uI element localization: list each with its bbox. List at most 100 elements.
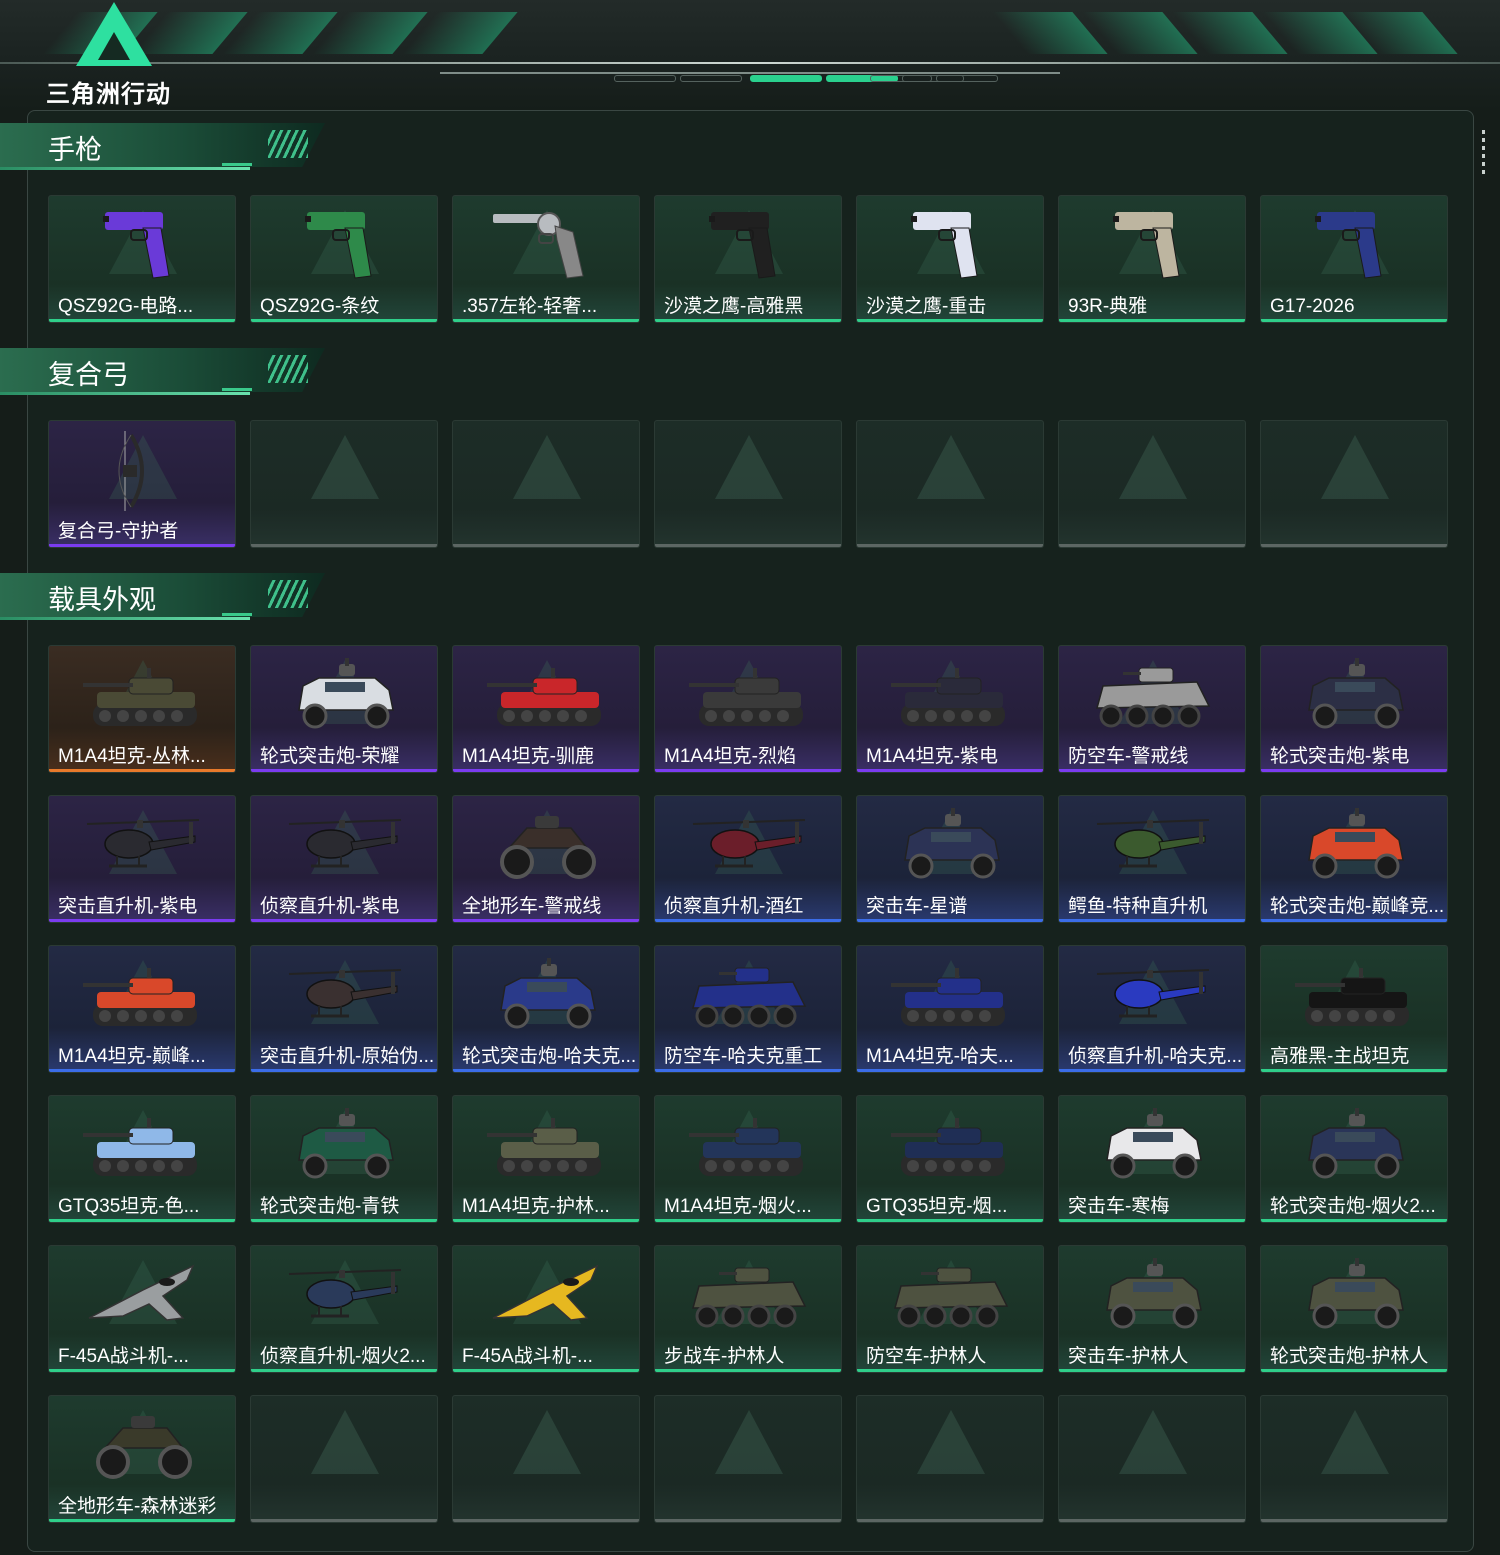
scrollbar-handle[interactable] (1482, 130, 1485, 178)
rarity-bar (1261, 1069, 1447, 1072)
item-card[interactable]: 突击车-寒梅 (1058, 1095, 1246, 1223)
item-card[interactable]: GTQ35坦克-色... (48, 1095, 236, 1223)
item-card[interactable]: 防空车-哈夫克重工 (654, 945, 842, 1073)
item-card[interactable]: 复合弓-守护者 (48, 420, 236, 548)
rarity-bar (49, 1519, 235, 1522)
item-name: M1A4坦克-丛林... (58, 746, 206, 767)
watermark-logo-icon (715, 1410, 783, 1474)
item-card[interactable]: 突击车-星谱 (856, 795, 1044, 923)
pistol-icon (83, 206, 203, 286)
section-header-underline-accent (222, 613, 252, 616)
tank-icon (683, 656, 809, 736)
item-card[interactable]: 步战车-护林人 (654, 1245, 842, 1373)
bow-icon (83, 431, 203, 511)
item-name: 全地形车-警戒线 (462, 896, 602, 917)
armored-car-icon (1093, 1106, 1213, 1186)
item-card[interactable]: M1A4坦克-哈夫... (856, 945, 1044, 1073)
rarity-bar (49, 919, 235, 922)
item-card[interactable]: QSZ92G-电路... (48, 195, 236, 323)
tank-icon (481, 1106, 607, 1186)
item-card[interactable]: 侦察直升机-烟火2... (250, 1245, 438, 1373)
item-name: 突击车-星谱 (866, 896, 968, 917)
page-indicator-pill[interactable] (750, 75, 822, 82)
item-card[interactable]: 侦察直升机-哈夫克... (1058, 945, 1246, 1073)
apc-icon (1093, 656, 1213, 736)
rarity-bar (251, 1069, 437, 1072)
item-card[interactable]: F-45A战斗机-... (48, 1245, 236, 1373)
item-name: M1A4坦克-驯鹿 (462, 746, 594, 767)
section-header-stripes (268, 130, 308, 158)
item-card[interactable]: 侦察直升机-酒红 (654, 795, 842, 923)
item-card[interactable]: 防空车-警戒线 (1058, 645, 1246, 773)
item-card[interactable]: G17-2026 (1260, 195, 1448, 323)
pistol-icon (689, 206, 809, 286)
item-card[interactable]: 侦察直升机-紫电 (250, 795, 438, 923)
item-card[interactable]: 突击车-护林人 (1058, 1245, 1246, 1373)
item-card[interactable]: .357左轮-轻奢... (452, 195, 640, 323)
item-card[interactable]: 轮式突击炮-巅峰竞... (1260, 795, 1448, 923)
armored-car-icon (1295, 1106, 1415, 1186)
page-indicator-pill[interactable] (870, 75, 932, 82)
item-card[interactable]: 沙漠之鹰-高雅黑 (654, 195, 842, 323)
item-name: 步战车-护林人 (664, 1346, 785, 1367)
item-card[interactable]: 93R-典雅 (1058, 195, 1246, 323)
item-card[interactable]: 突击直升机-原始伪... (250, 945, 438, 1073)
item-card[interactable]: M1A4坦克-紫电 (856, 645, 1044, 773)
rarity-bar (655, 769, 841, 772)
item-name: .357左轮-轻奢... (462, 296, 598, 317)
item-card[interactable]: 突击直升机-紫电 (48, 795, 236, 923)
item-name: 突击直升机-原始伪... (260, 1046, 435, 1067)
rarity-bar (1261, 1219, 1447, 1222)
empty-slot (654, 420, 842, 548)
item-card[interactable]: M1A4坦克-丛林... (48, 645, 236, 773)
item-card[interactable]: 高雅黑-主战坦克 (1260, 945, 1448, 1073)
item-card[interactable]: 轮式突击炮-哈夫克... (452, 945, 640, 1073)
tank-icon (885, 656, 1011, 736)
item-card[interactable]: QSZ92G-条纹 (250, 195, 438, 323)
item-card[interactable]: 轮式突击炮-烟火2... (1260, 1095, 1448, 1223)
apc-icon (689, 956, 809, 1036)
header-divider (0, 62, 1500, 64)
page-indicator-pill[interactable] (680, 75, 742, 82)
rarity-bar (453, 544, 639, 547)
rarity-bar (49, 1219, 235, 1222)
item-card[interactable]: 轮式突击炮-荣耀 (250, 645, 438, 773)
rarity-bar (453, 1519, 639, 1522)
item-card[interactable]: 全地形车-警戒线 (452, 795, 640, 923)
item-card[interactable]: M1A4坦克-驯鹿 (452, 645, 640, 773)
logo-bolt-icon (98, 32, 130, 60)
rarity-bar (251, 1519, 437, 1522)
item-card[interactable]: 防空车-护林人 (856, 1245, 1044, 1373)
tank-icon (481, 656, 607, 736)
item-card[interactable]: M1A4坦克-烈焰 (654, 645, 842, 773)
helicopter-icon (285, 1256, 405, 1336)
item-name: GTQ35坦克-烟... (866, 1196, 1008, 1217)
rarity-bar (857, 544, 1043, 547)
item-card[interactable]: M1A4坦克-烟火... (654, 1095, 842, 1223)
tank-icon (1289, 956, 1415, 1036)
item-card[interactable]: 全地形车-森林迷彩 (48, 1395, 236, 1523)
page-indicator-pill[interactable] (936, 75, 998, 82)
item-card[interactable]: 轮式突击炮-护林人 (1260, 1245, 1448, 1373)
item-card[interactable]: 轮式突击炮-紫电 (1260, 645, 1448, 773)
item-name: 轮式突击炮-烟火2... (1270, 1196, 1436, 1217)
item-card[interactable]: 沙漠之鹰-重击 (856, 195, 1044, 323)
item-card[interactable]: 轮式突击炮-青铁 (250, 1095, 438, 1223)
armored-car-icon (285, 656, 405, 736)
item-name: 防空车-哈夫克重工 (664, 1046, 823, 1067)
section-header-underline (0, 617, 250, 620)
section-header-stripes (268, 355, 308, 383)
rarity-bar (1261, 919, 1447, 922)
armored-car-icon (1093, 1256, 1213, 1336)
item-name: F-45A战斗机-... (462, 1346, 593, 1367)
page-indicator-pill[interactable] (614, 75, 676, 82)
item-card[interactable]: GTQ35坦克-烟... (856, 1095, 1044, 1223)
item-card[interactable]: M1A4坦克-护林... (452, 1095, 640, 1223)
item-name: F-45A战斗机-... (58, 1346, 189, 1367)
empty-slot (654, 1395, 842, 1523)
item-card[interactable]: 鳄鱼-特种直升机 (1058, 795, 1246, 923)
header-divider (440, 72, 1060, 74)
empty-slot (1260, 1395, 1448, 1523)
item-card[interactable]: F-45A战斗机-... (452, 1245, 640, 1373)
item-card[interactable]: M1A4坦克-巅峰... (48, 945, 236, 1073)
